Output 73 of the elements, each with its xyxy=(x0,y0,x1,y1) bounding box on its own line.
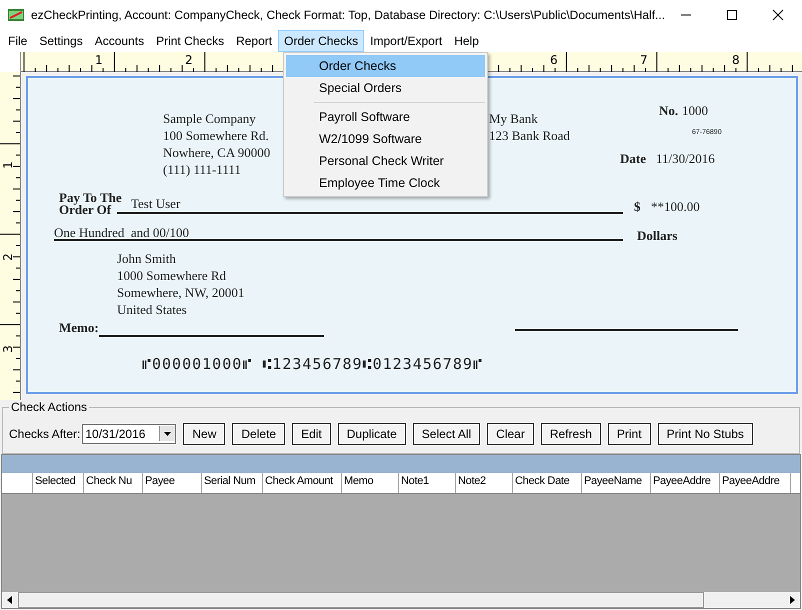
maximize-icon[interactable] xyxy=(726,9,738,21)
micr-line: ⑈000001000⑈ ⑆123456789⑆0123456789⑈ xyxy=(142,355,483,373)
column-header[interactable]: Note1 xyxy=(399,473,456,493)
ruler-number: 1 xyxy=(95,53,103,67)
column-header[interactable]: Memo xyxy=(342,473,399,493)
menu-item[interactable]: File xyxy=(2,30,34,52)
amount-in-words: One Hundred and 00/100 xyxy=(54,225,190,241)
column-header[interactable]: Payee xyxy=(143,473,202,493)
column-header[interactable]: PayeeAddre xyxy=(651,473,720,493)
menu-item[interactable]: Order Checks xyxy=(278,30,364,52)
window-title: ezCheckPrinting, Account: CompanyCheck, Check Format: Top, Database Directory: C:\Users\Public\Documents\Half... xyxy=(31,8,666,22)
menu-option[interactable]: Employee Time Clock xyxy=(286,172,485,194)
menu-option[interactable]: Payroll Software xyxy=(286,106,485,128)
ruler-number: 2 xyxy=(0,253,15,261)
menu-option[interactable]: W2/1099 Software xyxy=(286,128,485,150)
action-button[interactable]: Print No Stubs xyxy=(658,422,753,444)
action-button[interactable]: Print xyxy=(608,422,651,444)
action-button[interactable]: Refresh xyxy=(540,422,601,444)
column-header[interactable]: Serial Num xyxy=(202,473,263,493)
column-header[interactable]: Note2 xyxy=(456,473,513,493)
action-button[interactable]: Clear xyxy=(487,422,534,444)
payee-address-line: Somewhere, NW, 20001 xyxy=(117,284,244,301)
payee-address-line: John Smith xyxy=(117,250,177,267)
bank-address-line: 123 Bank Road xyxy=(489,127,570,144)
action-button[interactable]: New xyxy=(183,422,226,444)
column-header[interactable]: Selected xyxy=(33,473,84,493)
ruler-number: 8 xyxy=(732,53,740,67)
column-header[interactable]: Check Nu xyxy=(84,473,143,493)
menu-item[interactable]: Report xyxy=(230,30,278,52)
action-button[interactable]: Delete xyxy=(232,422,286,444)
column-header[interactable]: Check Amount xyxy=(263,473,342,493)
action-button[interactable]: Edit xyxy=(292,422,331,444)
payee-address-line: 1000 Somewhere Rd xyxy=(117,267,228,284)
column-header[interactable]: Check Date xyxy=(513,473,582,493)
currency-symbol: $ xyxy=(634,199,640,215)
close-icon[interactable] xyxy=(772,9,784,21)
payee-name: Test User xyxy=(131,196,180,212)
menu-item[interactable]: Accounts xyxy=(88,30,150,52)
ruler-number: 1 xyxy=(0,161,15,169)
menu-item[interactable]: Import/Export xyxy=(364,30,448,52)
column-header[interactable]: PayeeName xyxy=(582,473,651,493)
pay-to-label: Pay To The xyxy=(59,192,122,204)
menu-option[interactable]: Special Orders xyxy=(286,77,485,99)
bank-address-line: My Bank xyxy=(489,110,539,127)
check-number-label: No. xyxy=(659,103,678,119)
company-address-line: 100 Somewhere Rd. xyxy=(163,127,270,144)
check-date: 11/30/2016 xyxy=(656,151,715,167)
checks-after-label: Checks After: xyxy=(9,426,80,440)
company-address-line: Sample Company xyxy=(163,110,257,127)
column-header[interactable]: PayeeAddre xyxy=(720,473,791,493)
action-button[interactable]: Duplicate xyxy=(338,422,406,444)
payee-address-line: United States xyxy=(117,301,188,318)
company-address-line: (111) 111-1111 xyxy=(163,161,242,178)
dollars-label: Dollars xyxy=(637,228,678,244)
check-amount: **100.00 xyxy=(651,199,700,215)
group-title: Check Actions xyxy=(10,400,88,414)
memo-label: Memo: xyxy=(59,320,99,336)
action-button[interactable]: Select All xyxy=(412,422,480,444)
date-dropdown[interactable]: 10/31/2016 xyxy=(82,424,176,444)
menu-item[interactable]: Help xyxy=(448,30,485,52)
menu-option[interactable]: Personal Check Writer xyxy=(286,150,485,172)
ruler-number: 3 xyxy=(0,345,15,353)
menu-item[interactable]: Print Checks xyxy=(150,30,230,52)
pay-to-label: Order Of xyxy=(59,204,112,216)
check-number: 1000 xyxy=(682,103,708,119)
menu-option[interactable]: Order Checks xyxy=(286,55,485,77)
menu-item[interactable]: Settings xyxy=(33,30,89,52)
date-label: Date xyxy=(620,151,646,167)
ruler-number: 2 xyxy=(185,53,193,67)
ruler-number: 7 xyxy=(640,53,648,67)
company-address-line: Nowhere, CA 90000 xyxy=(163,144,270,161)
ruler-number: 6 xyxy=(550,53,558,67)
app-icon xyxy=(8,9,24,21)
